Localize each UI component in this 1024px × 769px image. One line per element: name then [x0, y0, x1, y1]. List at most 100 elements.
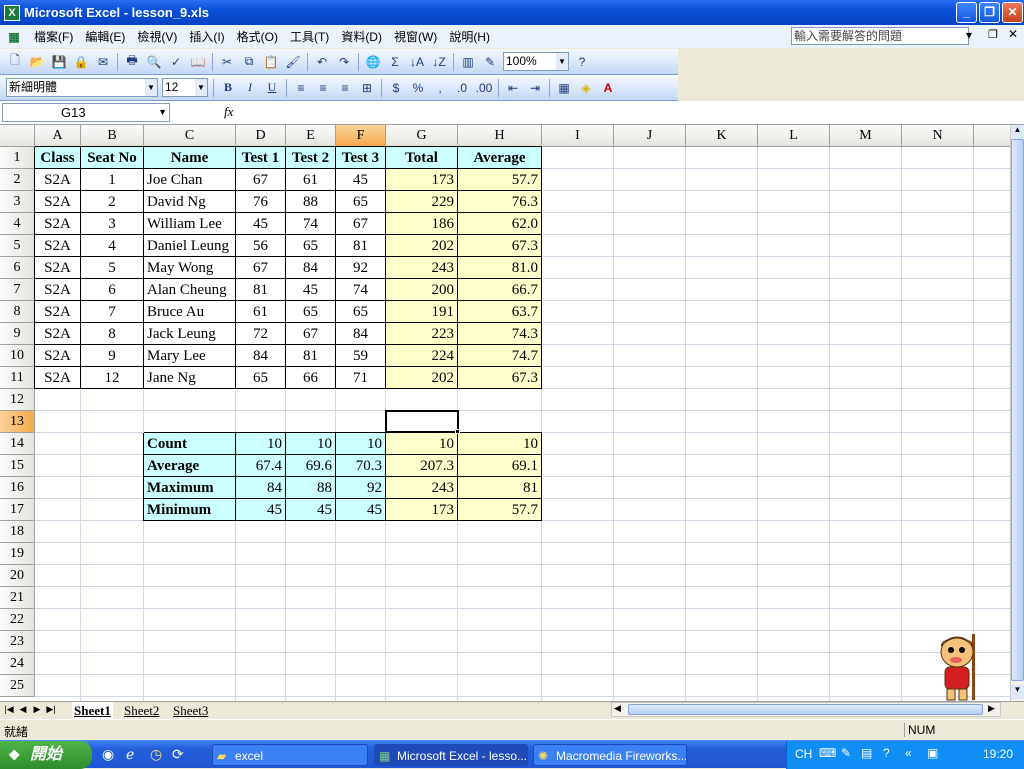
last-sheet-icon[interactable]: ▶|	[45, 704, 57, 715]
row-header-21[interactable]: 21	[0, 587, 35, 609]
column-header-partial[interactable]	[974, 125, 1010, 147]
table-cell[interactable]: S2A	[35, 235, 81, 257]
table-cell[interactable]: 186	[386, 213, 458, 235]
header-cell[interactable]: Average	[458, 147, 542, 169]
stat-value[interactable]: 45	[236, 499, 286, 521]
name-box[interactable]: G13 ▼	[2, 103, 170, 122]
table-cell[interactable]: 202	[386, 235, 458, 257]
table-cell[interactable]: 59	[336, 345, 386, 367]
help-question-input[interactable]: 輸入需要解答的問題	[791, 27, 969, 45]
stat-value[interactable]: 10	[458, 433, 542, 455]
table-cell[interactable]: S2A	[35, 345, 81, 367]
table-cell[interactable]: 191	[386, 301, 458, 323]
table-cell[interactable]: 173	[386, 169, 458, 191]
increase-decimal-icon[interactable]: .0	[452, 78, 472, 98]
column-header-d[interactable]: D	[236, 125, 286, 147]
table-cell[interactable]: Jack Leung	[144, 323, 236, 345]
stat-label[interactable]: Minimum	[144, 499, 236, 521]
table-cell[interactable]: 65	[286, 301, 336, 323]
table-cell[interactable]: 84	[336, 323, 386, 345]
increase-indent-icon[interactable]: ⇥	[525, 78, 545, 98]
table-cell[interactable]: 67	[336, 213, 386, 235]
table-cell[interactable]: Joe Chan	[144, 169, 236, 191]
next-sheet-icon[interactable]: ▶	[31, 704, 43, 715]
table-cell[interactable]: 81	[236, 279, 286, 301]
font-select[interactable]: 新細明體 ▼	[6, 78, 158, 97]
stat-value[interactable]: 57.7	[458, 499, 542, 521]
tray-help-icon[interactable]: ?	[883, 746, 890, 760]
row-header-7[interactable]: 7	[0, 279, 35, 301]
align-right-icon[interactable]: ≡	[335, 78, 355, 98]
print-icon[interactable]: 🖶	[122, 52, 142, 72]
new-icon[interactable]: 🗋	[5, 52, 25, 72]
table-cell[interactable]: 63.7	[458, 301, 542, 323]
redo-icon[interactable]: ↷	[334, 52, 354, 72]
row-header-25[interactable]: 25	[0, 675, 35, 697]
table-cell[interactable]: 9	[81, 345, 144, 367]
table-cell[interactable]: 1	[81, 169, 144, 191]
table-cell[interactable]: 4	[81, 235, 144, 257]
scroll-down-icon[interactable]: ▼	[1011, 685, 1024, 699]
table-cell[interactable]: 56	[236, 235, 286, 257]
table-cell[interactable]: 200	[386, 279, 458, 301]
merge-center-icon[interactable]: ⊞	[357, 78, 377, 98]
doc-restore-icon[interactable]: ❐	[988, 28, 998, 41]
scroll-left-icon[interactable]: ◀	[614, 703, 621, 714]
table-cell[interactable]: 66	[286, 367, 336, 389]
row-header-17[interactable]: 17	[0, 499, 35, 521]
table-cell[interactable]: 45	[236, 213, 286, 235]
column-header-m[interactable]: M	[830, 125, 902, 147]
font-color-icon[interactable]: A	[598, 78, 618, 98]
menu-window[interactable]: 視窗(W)	[388, 28, 443, 45]
row-header-22[interactable]: 22	[0, 609, 35, 631]
format-painter-icon[interactable]: 🖌	[283, 52, 303, 72]
chrome-icon[interactable]: ◉	[102, 746, 114, 763]
table-cell[interactable]: 67	[286, 323, 336, 345]
row-header-13[interactable]: 13	[0, 411, 35, 433]
row-header-16[interactable]: 16	[0, 477, 35, 499]
table-cell[interactable]: Jane Ng	[144, 367, 236, 389]
row-header-11[interactable]: 11	[0, 367, 35, 389]
menu-format[interactable]: 格式(O)	[231, 28, 284, 45]
vertical-scroll-thumb[interactable]	[1011, 139, 1024, 681]
tray-expand-icon[interactable]: «	[905, 746, 912, 760]
row-header-23[interactable]: 23	[0, 631, 35, 653]
help-icon[interactable]: ?	[572, 52, 592, 72]
menu-help[interactable]: 說明(H)	[443, 28, 496, 45]
table-cell[interactable]: 76	[236, 191, 286, 213]
email-icon[interactable]: ✉	[93, 52, 113, 72]
table-cell[interactable]: S2A	[35, 169, 81, 191]
menu-insert[interactable]: 插入(I)	[183, 28, 230, 45]
prev-sheet-icon[interactable]: ◀	[17, 704, 29, 715]
row-header-19[interactable]: 19	[0, 543, 35, 565]
scroll-right-icon[interactable]: ▶	[988, 703, 995, 714]
ie-icon[interactable]: ℯ	[126, 746, 134, 763]
help-dropdown-icon[interactable]: ▾	[966, 28, 972, 42]
row-header-4[interactable]: 4	[0, 213, 35, 235]
select-all-corner[interactable]	[0, 125, 35, 147]
hyperlink-icon[interactable]: 🌐	[363, 52, 383, 72]
ime-icon[interactable]: ▤	[861, 746, 872, 760]
sheet-tab-sheet3[interactable]: Sheet3	[171, 702, 210, 719]
table-cell[interactable]: 6	[81, 279, 144, 301]
row-header-12[interactable]: 12	[0, 389, 35, 411]
column-header-e[interactable]: E	[286, 125, 336, 147]
row-header-6[interactable]: 6	[0, 257, 35, 279]
column-header-f[interactable]: F	[336, 125, 386, 147]
permission-icon[interactable]: 🔒	[71, 52, 91, 72]
stat-value[interactable]: 88	[286, 477, 336, 499]
autosum-icon[interactable]: Σ	[385, 52, 405, 72]
table-cell[interactable]: 62.0	[458, 213, 542, 235]
stat-value[interactable]: 10	[336, 433, 386, 455]
table-cell[interactable]: 243	[386, 257, 458, 279]
column-header-a[interactable]: A	[35, 125, 81, 147]
table-cell[interactable]: 74.7	[458, 345, 542, 367]
minimize-button[interactable]: _	[956, 2, 977, 23]
table-cell[interactable]: David Ng	[144, 191, 236, 213]
column-header-i[interactable]: I	[542, 125, 614, 147]
table-cell[interactable]: S2A	[35, 323, 81, 345]
table-cell[interactable]: S2A	[35, 257, 81, 279]
font-size-select[interactable]: 12 ▼	[162, 78, 208, 97]
sort-descending-icon[interactable]: ↓Z	[429, 52, 449, 72]
table-cell[interactable]: 202	[386, 367, 458, 389]
